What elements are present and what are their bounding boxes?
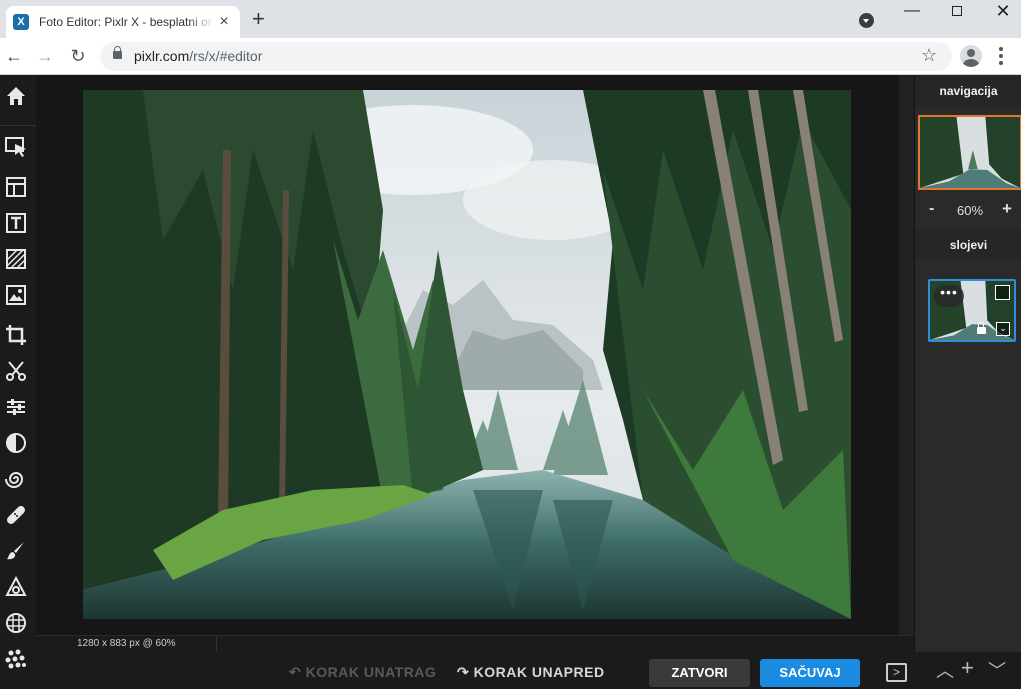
- retouch-bandage-icon[interactable]: [2, 501, 30, 529]
- home-icon[interactable]: [2, 82, 30, 110]
- url-text: pixlr.com/rs/x/#editor: [134, 48, 262, 64]
- adjust-sliders-icon[interactable]: [2, 393, 30, 421]
- browser-tab[interactable]: X Foto Editor: Pixlr X - besplatni on ×: [6, 6, 240, 38]
- reload-icon[interactable]: ↻: [67, 45, 89, 67]
- pixlr-favicon-icon: X: [13, 14, 29, 30]
- zoom-in-button[interactable]: +: [1002, 199, 1012, 219]
- filter-contrast-icon[interactable]: [2, 429, 30, 457]
- layer-image-icon[interactable]: [995, 285, 1010, 300]
- undo-button[interactable]: ↶ KORAK UNATRAG: [289, 664, 436, 681]
- toggle-panel-icon[interactable]: >: [886, 663, 907, 682]
- bookmark-star-icon[interactable]: ☆: [921, 45, 937, 65]
- effect-dots-icon[interactable]: [2, 645, 30, 673]
- add-layer-icon[interactable]: +: [961, 657, 974, 679]
- status-bar: 1280 x 883 px @ 60%: [36, 635, 914, 653]
- layers-heading[interactable]: slojevi: [915, 229, 1021, 261]
- layer-item[interactable]: ••• ⌄: [928, 279, 1016, 342]
- url-path: /rs/x/#editor: [189, 48, 263, 64]
- chevron-down-icon[interactable]: ﹀: [988, 662, 1006, 680]
- minimize-window-button[interactable]: —: [897, 2, 927, 22]
- status-divider: [216, 636, 217, 653]
- forward-arrow-icon[interactable]: →: [34, 45, 56, 67]
- zoom-level: 60%: [957, 203, 984, 218]
- close-button[interactable]: ZATVORI: [649, 659, 750, 687]
- image-icon[interactable]: [2, 281, 30, 309]
- photo-canvas[interactable]: [83, 90, 851, 619]
- liquify-swirl-icon[interactable]: [2, 465, 30, 493]
- undo-arrow-icon: ↶: [289, 664, 306, 680]
- layer-options-button[interactable]: •••: [934, 285, 964, 307]
- browser-titlebar: X Foto Editor: Pixlr X - besplatni on × …: [0, 0, 1021, 38]
- tab-title: Foto Editor: Pixlr X - besplatni on: [39, 15, 214, 29]
- lock-icon[interactable]: [113, 46, 122, 59]
- redo-label: KORAK UNAPRED: [473, 664, 605, 680]
- chevron-up-icon[interactable]: ︿: [936, 662, 954, 680]
- zoom-control: - 60% +: [915, 199, 1021, 223]
- image-size-status: 1280 x 883 px @ 60%: [77, 638, 176, 649]
- maximize-icon: [952, 6, 962, 16]
- save-button[interactable]: SAČUVAJ: [760, 659, 860, 687]
- navigation-thumbnail[interactable]: [918, 115, 1021, 190]
- cutout-scissors-icon[interactable]: [2, 357, 30, 385]
- editor-workspace[interactable]: [36, 75, 914, 635]
- redo-arrow-icon: ↷: [457, 664, 474, 680]
- layer-lock-icon[interactable]: [977, 322, 986, 334]
- address-bar[interactable]: pixlr.com/rs/x/#editor: [100, 42, 952, 71]
- texture-grid-icon[interactable]: [2, 609, 30, 637]
- zoom-out-button[interactable]: -: [929, 200, 934, 218]
- navigation-heading[interactable]: navigacija: [915, 75, 1021, 107]
- profile-avatar-icon[interactable]: [960, 45, 982, 67]
- bottom-action-bar: ↶ KORAK UNATRAG ↷ KORAK UNAPRED ZATVORI …: [36, 652, 1021, 689]
- pattern-icon[interactable]: [2, 245, 30, 273]
- maximize-window-button[interactable]: [942, 2, 972, 22]
- url-host: pixlr.com: [134, 48, 190, 64]
- new-tab-button[interactable]: +: [252, 8, 265, 30]
- draw-brush-icon[interactable]: [2, 537, 30, 565]
- browser-menu-icon[interactable]: [999, 47, 1003, 65]
- tool-sidebar: [0, 75, 36, 689]
- browser-toolbar: ← → ↻ pixlr.com/rs/x/#editor ☆: [0, 38, 1021, 75]
- redo-button[interactable]: ↷ KORAK UNAPRED: [457, 664, 605, 681]
- close-window-button[interactable]: ✕: [988, 2, 1018, 22]
- text-icon[interactable]: [2, 209, 30, 237]
- layer-visibility-checkbox[interactable]: ⌄: [996, 322, 1010, 336]
- elements-shapes-icon[interactable]: [2, 573, 30, 601]
- forest-lake-photo: [83, 90, 851, 619]
- layout-icon[interactable]: [2, 173, 30, 201]
- close-tab-icon[interactable]: ×: [216, 14, 232, 30]
- arrange-icon[interactable]: [2, 133, 30, 161]
- vertical-scrollbar[interactable]: [899, 75, 914, 635]
- crop-icon[interactable]: [2, 321, 30, 349]
- back-arrow-icon[interactable]: ←: [3, 45, 25, 67]
- toolbar-divider: [0, 125, 36, 126]
- undo-label: KORAK UNATRAG: [305, 664, 437, 680]
- tab-search-icon[interactable]: [859, 13, 874, 28]
- right-panel: navigacija - 60% + slojevi ••• ⌄: [914, 75, 1021, 655]
